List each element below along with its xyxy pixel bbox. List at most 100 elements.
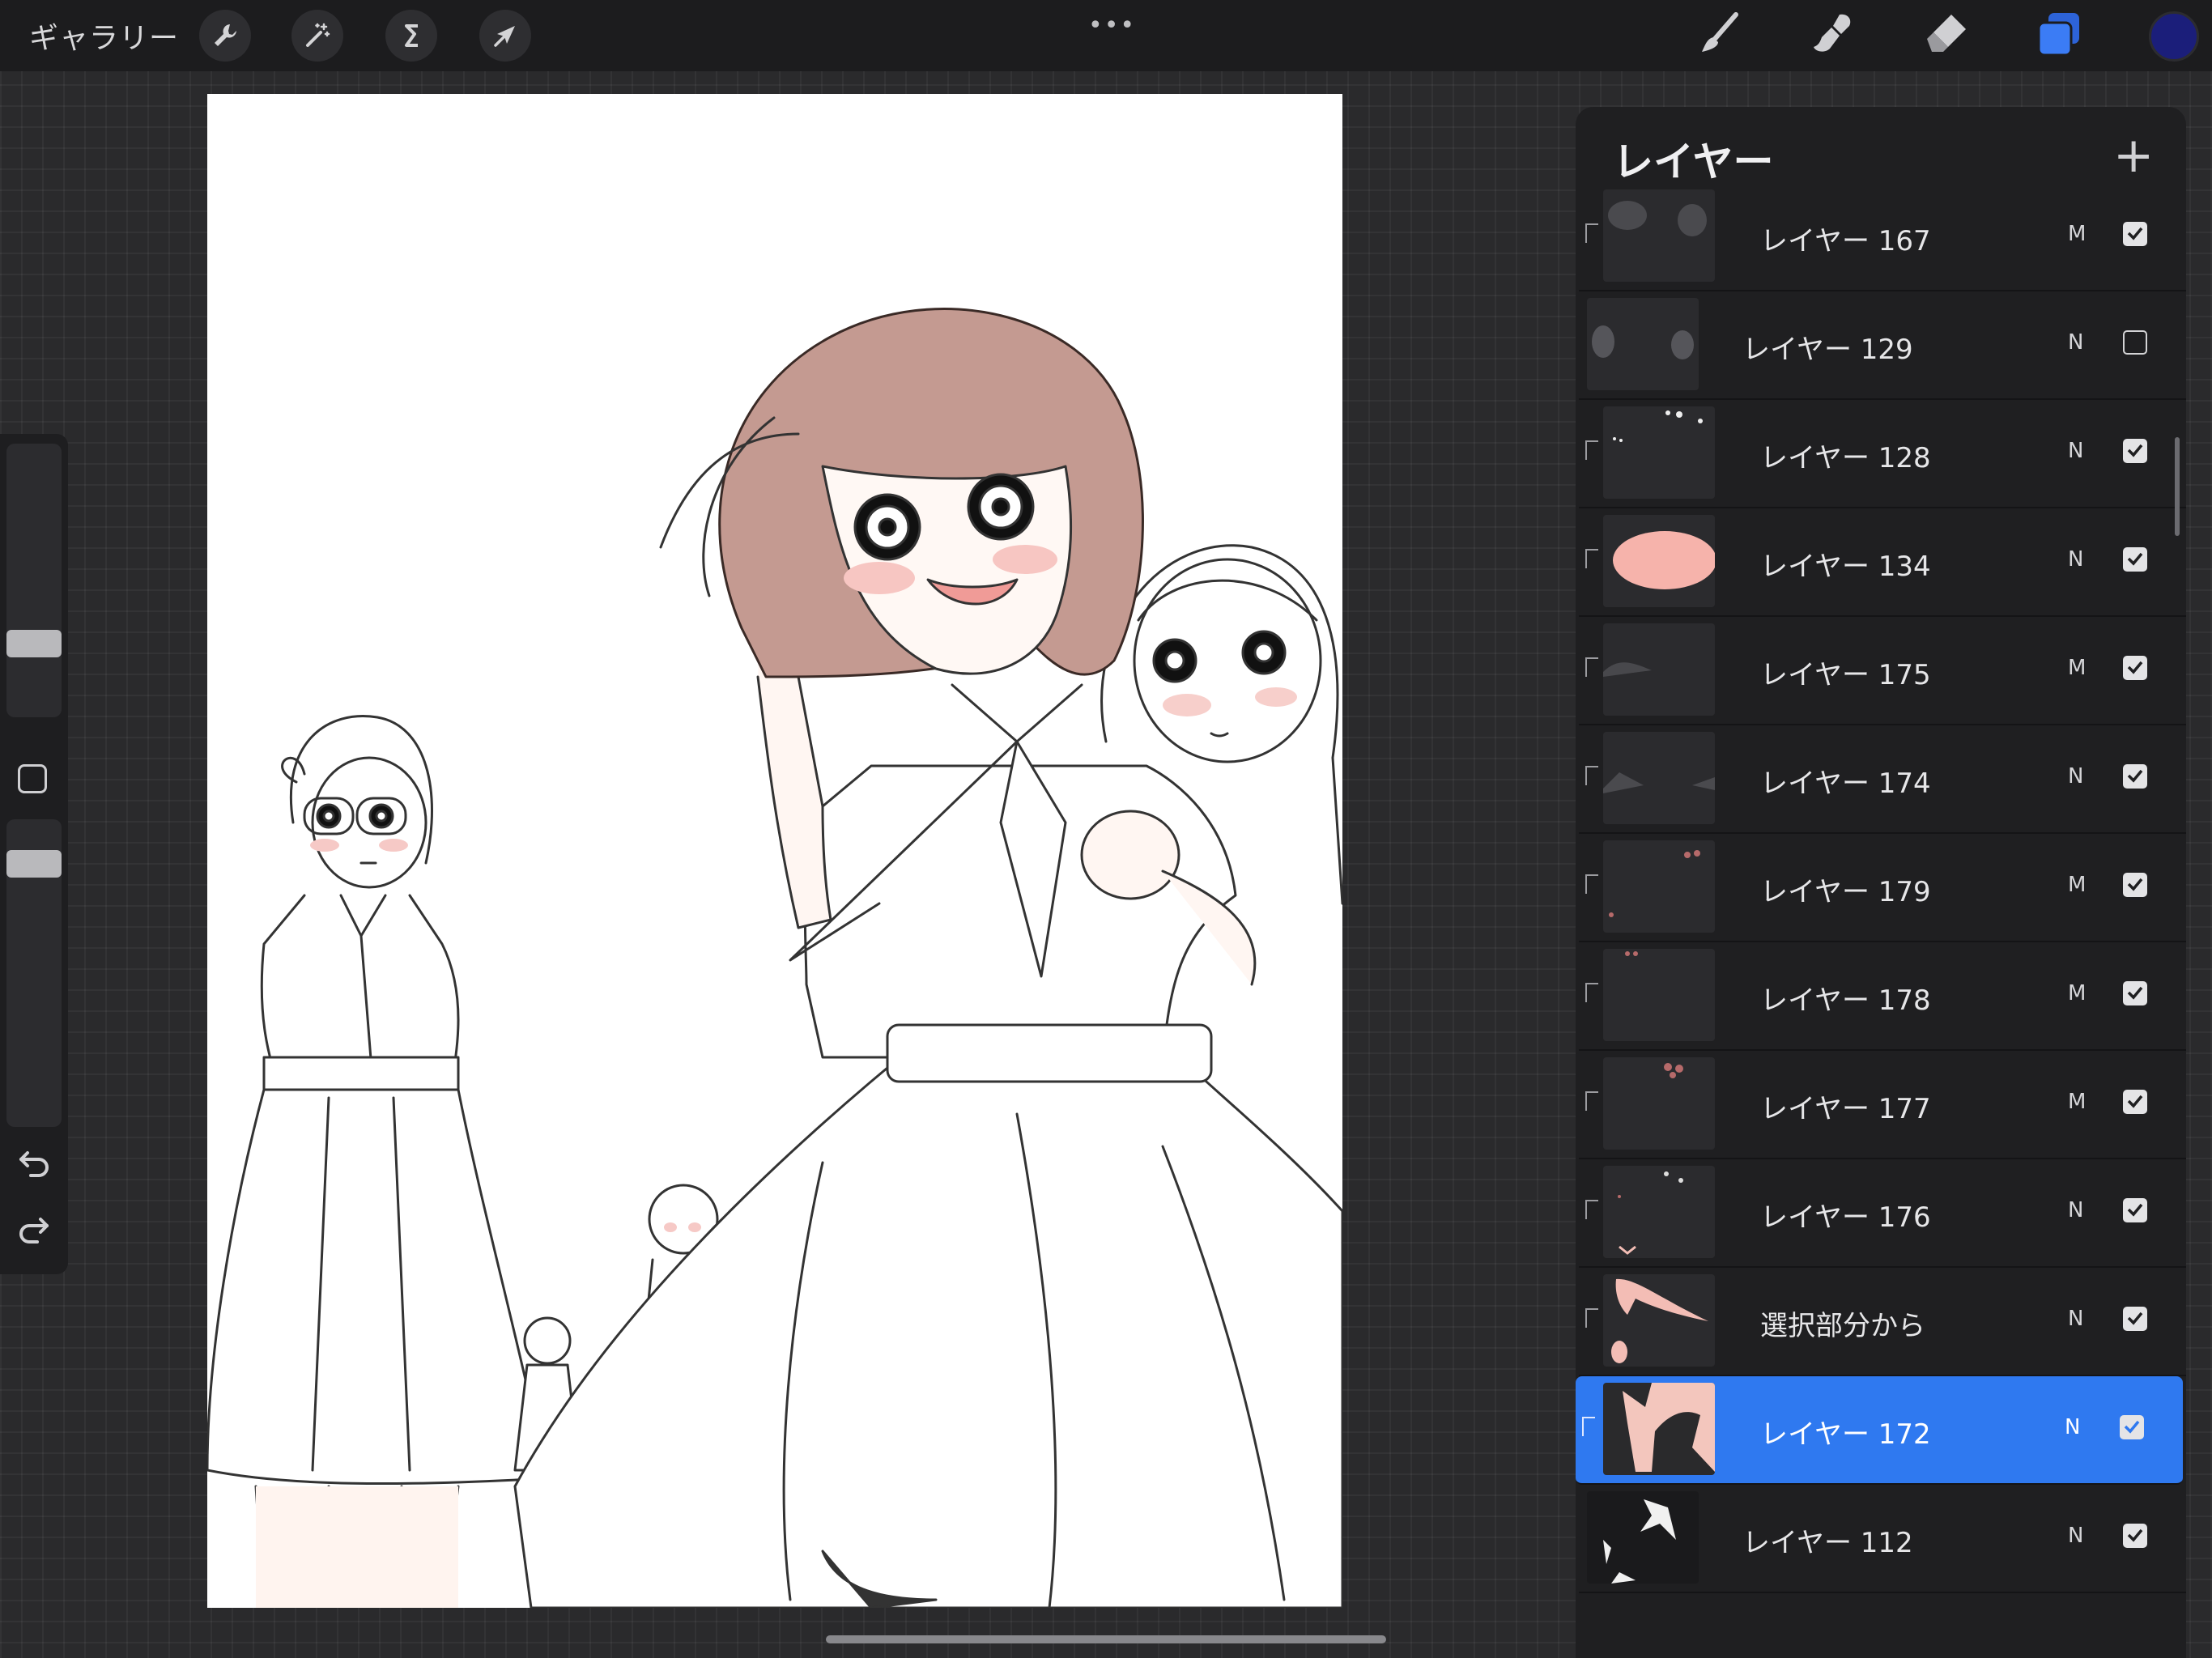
blend-mode-button[interactable]: N [2068,1198,2083,1222]
drawing-canvas[interactable] [207,94,1342,1608]
visibility-checkbox[interactable] [2123,547,2147,572]
modify-button[interactable] [18,764,47,793]
layer-thumbnail [1603,406,1715,499]
layer-row[interactable]: レイヤー 112 N [1579,1485,2186,1593]
layer-name: レイヤー 172 [1760,1418,1931,1451]
layer-thumbnail [1603,515,1715,607]
checkmark-icon [2127,1312,2143,1325]
clipping-mask-icon [1585,983,1598,1002]
layer-row[interactable]: レイヤー 177 M [1579,1051,2186,1159]
selection-button[interactable] [385,10,437,62]
blend-mode-button[interactable]: N [2068,439,2083,463]
layer-thumbnail [1603,1057,1715,1150]
clipping-mask-icon [1585,1091,1598,1111]
layer-row[interactable]: レイヤー 129 N [1579,291,2186,400]
layer-thumbnail [1603,1274,1715,1367]
layer-thumbnail [1587,298,1699,390]
more-options-button[interactable]: ••• [1088,11,1136,40]
opacity-thumb[interactable] [6,850,62,878]
add-layer-button[interactable]: + [2113,131,2154,180]
clipping-mask-icon [1585,874,1598,894]
layer-thumbnail [1603,1166,1715,1258]
layer-row[interactable]: レイヤー 174 N [1579,725,2186,834]
layer-row[interactable]: 選択部分から N [1579,1268,2186,1376]
magic-wand-icon [306,23,330,47]
blend-mode-button[interactable]: M [2068,222,2086,246]
layer-thumbnail [1603,1383,1715,1475]
visibility-checkbox[interactable] [2123,1307,2147,1331]
layers-panel: レイヤー + レイヤー 167 M レイヤー 129 N レイヤー 128 N … [1576,107,2186,1658]
layer-thumbnail [1603,189,1715,282]
blend-mode-button[interactable]: N [2068,330,2083,355]
layer-row[interactable]: レイヤー 134 N [1579,508,2186,617]
visibility-checkbox[interactable] [2123,764,2147,789]
left-sidebar [0,434,68,1274]
clipping-mask-icon [1585,440,1598,460]
brush-icon[interactable] [1692,6,1746,60]
transform-button[interactable] [479,10,531,62]
blend-mode-button[interactable]: N [2068,547,2083,572]
checkmark-icon [2127,661,2143,674]
gallery-button[interactable]: ギャラリー [29,15,179,57]
eraser-icon[interactable] [1921,6,1974,60]
checkmark-icon [2127,1528,2143,1542]
visibility-checkbox[interactable] [2123,439,2147,463]
layer-row[interactable]: レイヤー 175 M [1579,617,2186,725]
layer-row[interactable]: レイヤー 167 M [1579,183,2186,291]
color-picker-icon[interactable] [2149,11,2199,62]
visibility-checkbox[interactable] [2123,873,2147,897]
checkmark-icon [2127,878,2143,891]
blend-mode-button[interactable]: M [2068,873,2086,897]
blend-mode-button[interactable]: M [2068,981,2086,1005]
redo-icon[interactable] [16,1213,52,1245]
layer-name: レイヤー 128 [1760,442,1931,474]
layer-row[interactable]: レイヤー 176 N [1579,1159,2186,1268]
home-indicator[interactable] [826,1635,1386,1643]
layer-row[interactable]: レイヤー 128 N [1579,400,2186,508]
layer-row[interactable]: レイヤー 178 M [1579,942,2186,1051]
layer-row[interactable]: レイヤー 179 M [1579,834,2186,942]
visibility-checkbox[interactable] [2123,1524,2147,1548]
layer-thumbnail [1603,623,1715,716]
brush-size-thumb[interactable] [6,630,62,657]
blend-mode-button[interactable]: M [2068,1090,2086,1114]
transform-arrow-icon [494,26,515,47]
blend-mode-button[interactable]: N [2068,1307,2083,1331]
layer-name: レイヤー 175 [1760,659,1931,691]
smudge-icon[interactable] [1806,6,1859,60]
layer-thumbnail [1603,840,1715,933]
visibility-checkbox[interactable] [2123,1198,2147,1222]
layers-scrollbar[interactable] [2175,437,2180,536]
clipping-mask-icon [1585,1308,1598,1328]
adjustments-button[interactable] [291,10,343,62]
actions-button[interactable] [199,10,251,62]
layer-thumbnail [1603,732,1715,824]
layer-row-selected[interactable]: レイヤー 172 N [1576,1376,2183,1485]
checkmark-icon [2124,1420,2140,1434]
layer-name: レイヤー 167 [1760,225,1931,257]
visibility-checkbox[interactable] [2123,330,2147,355]
blend-mode-button[interactable]: N [2068,764,2083,789]
visibility-checkbox[interactable] [2120,1415,2144,1439]
blend-mode-button[interactable]: M [2068,656,2086,680]
layer-thumbnail [1587,1491,1699,1584]
checkmark-icon [2127,1203,2143,1217]
layer-name: レイヤー 178 [1760,984,1931,1017]
layer-name: レイヤー 176 [1760,1201,1931,1234]
main-girl-skirt [513,1039,1342,1608]
checkmark-icon [2127,552,2143,566]
undo-icon[interactable] [16,1146,52,1179]
brush-size-slider[interactable] [6,444,62,717]
blend-mode-button[interactable]: N [2068,1524,2083,1548]
layers-icon[interactable] [2031,6,2087,63]
visibility-checkbox[interactable] [2123,222,2147,246]
visibility-checkbox[interactable] [2123,1090,2147,1114]
layer-name: レイヤー 174 [1760,767,1931,800]
clipping-mask-icon [1585,223,1598,243]
checkmark-icon [2127,444,2143,457]
visibility-checkbox[interactable] [2123,981,2147,1005]
blend-mode-button[interactable]: N [2065,1415,2080,1439]
visibility-checkbox[interactable] [2123,656,2147,680]
artwork [207,308,1342,1608]
clipping-mask-icon [1585,1200,1598,1219]
